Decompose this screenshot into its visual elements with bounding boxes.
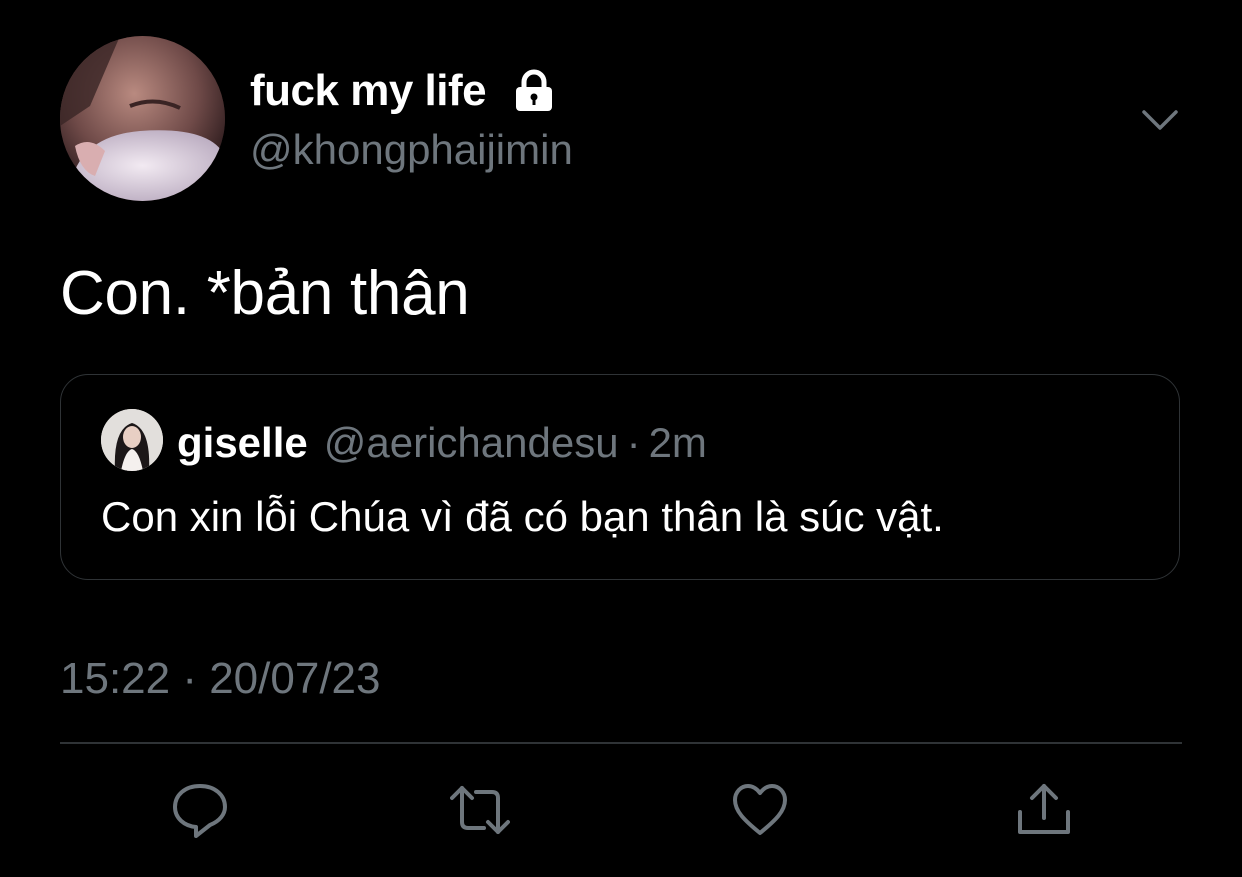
quoted-tweet-text: Con xin lỗi Chúa vì đã có bạn thân là sú… (101, 493, 944, 540)
author-display-name-row: fuck my life (250, 66, 556, 116)
tweet-text: Con. *bản thân (60, 259, 470, 328)
retweet-icon (450, 786, 510, 834)
author-avatar[interactable] (60, 36, 225, 201)
quoted-time: 2m (648, 419, 707, 466)
like-button[interactable] (730, 780, 790, 840)
speech-bubble-icon (173, 784, 227, 838)
quoted-tweet-card[interactable]: giselle @aerichandesu · 2m Con xin lỗi C… (60, 374, 1180, 580)
quoted-separator: · (626, 419, 641, 466)
lock-icon (512, 69, 556, 113)
quoted-author-avatar[interactable] (101, 409, 163, 471)
share-icon (1018, 784, 1070, 834)
heart-icon (733, 784, 787, 835)
chevron-down-icon[interactable] (1140, 100, 1180, 140)
quoted-author-name[interactable]: giselle (177, 419, 308, 467)
divider (60, 742, 1182, 744)
author-handle[interactable]: @khongphaijimin (250, 126, 573, 174)
retweet-button[interactable] (450, 780, 510, 840)
share-button[interactable] (1014, 780, 1074, 840)
reply-button[interactable] (170, 780, 230, 840)
quoted-tweet-header: giselle @aerichandesu · 2m (177, 419, 707, 467)
tweet-timestamp[interactable]: 15:22 · 20/07/23 (60, 654, 380, 704)
author-display-name[interactable]: fuck my life (250, 66, 487, 116)
quoted-author-handle[interactable]: @aerichandesu (324, 419, 619, 467)
